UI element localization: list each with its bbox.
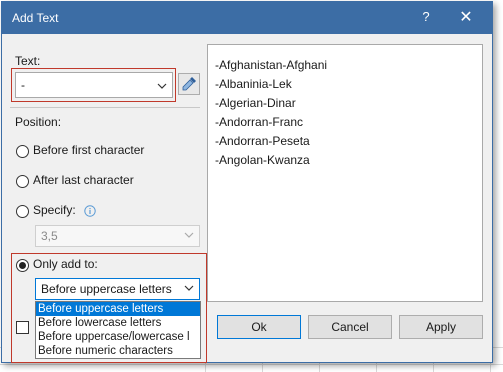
dropdown-option[interactable]: Before uppercase letters — [36, 302, 200, 316]
only-add-to-select[interactable]: Before uppercase letters — [35, 278, 200, 300]
chevron-down-icon — [184, 285, 194, 291]
cancel-button[interactable]: Cancel — [308, 315, 392, 339]
eyedropper-icon — [182, 77, 196, 91]
info-icon[interactable] — [84, 205, 96, 217]
only-add-to-selected: Before uppercase letters — [41, 282, 172, 296]
list-item: -Andorran-Franc — [215, 115, 304, 129]
dropdown-option[interactable]: Before numeric characters — [36, 344, 200, 358]
dropdown-option[interactable]: Before uppercase/lowercase l — [36, 330, 200, 344]
divider — [10, 107, 200, 108]
close-button[interactable]: ✕ — [454, 7, 478, 29]
add-text-dialog: Add Text ? ✕ Text: - Position: Before fi… — [1, 1, 493, 363]
specify-value: 3,5 — [41, 229, 58, 243]
dialog-title: Add Text — [12, 11, 59, 25]
list-item: -Angolan-Kwanza — [215, 153, 310, 167]
chevron-down-icon — [157, 83, 167, 89]
chevron-down-icon — [184, 232, 194, 238]
after-last-label[interactable]: After last character — [33, 173, 134, 187]
list-item: -Albaninia-Lek — [215, 77, 292, 91]
list-item: -Andorran-Peseta — [215, 134, 310, 148]
ok-button[interactable]: Ok — [217, 315, 301, 339]
title-bar: Add Text ? ✕ — [2, 2, 492, 34]
help-button[interactable]: ? — [416, 9, 436, 27]
option-checkbox[interactable] — [16, 321, 29, 334]
text-picker-button[interactable] — [178, 73, 200, 95]
text-combobox[interactable]: - — [15, 72, 173, 98]
before-first-label[interactable]: Before first character — [33, 143, 144, 157]
radio-before-first[interactable] — [16, 145, 29, 158]
radio-only-add-to[interactable] — [16, 259, 29, 272]
only-add-to-label[interactable]: Only add to: — [33, 257, 98, 271]
apply-button[interactable]: Apply — [399, 315, 483, 339]
position-label: Position: — [15, 115, 62, 129]
text-value: - — [21, 78, 25, 92]
radio-specify[interactable] — [16, 205, 29, 218]
text-label: Text: — [15, 54, 41, 68]
preview-list[interactable]: -Afghanistan-Afghani -Albaninia-Lek -Alg… — [207, 44, 483, 302]
radio-after-last[interactable] — [16, 175, 29, 188]
specify-position-field[interactable]: 3,5 — [35, 225, 200, 247]
specify-label[interactable]: Specify: — [33, 203, 76, 217]
only-add-to-dropdown-list: Before uppercase letters Before lowercas… — [35, 301, 201, 359]
list-item: -Algerian-Dinar — [215, 96, 296, 110]
dropdown-option[interactable]: Before lowercase letters — [36, 316, 200, 330]
list-item: -Afghanistan-Afghani — [215, 58, 328, 72]
